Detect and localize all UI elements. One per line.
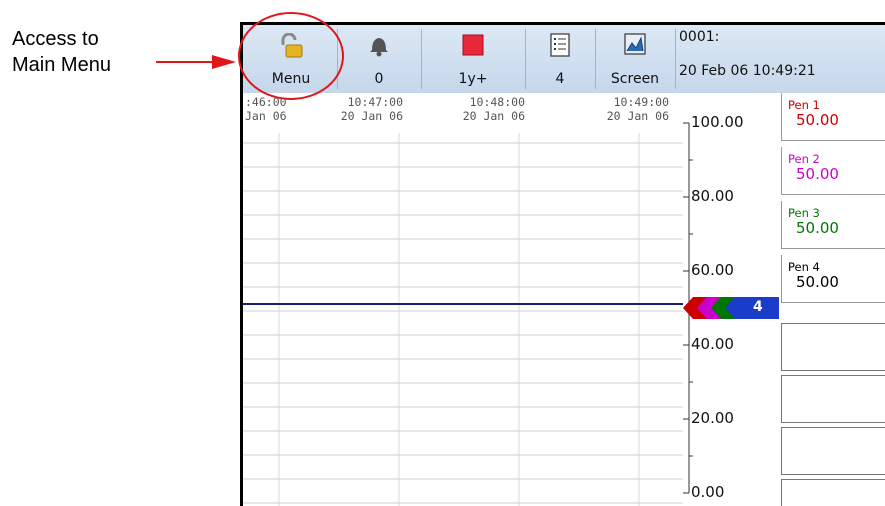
pen-value: 50.00	[796, 165, 839, 183]
menu-button[interactable]: Menu	[247, 27, 335, 89]
list-button[interactable]: 4	[527, 27, 593, 89]
right-arrow-icon	[212, 55, 236, 69]
scale-label: 80.00	[691, 187, 734, 205]
pen-value: 50.00	[796, 273, 839, 291]
pen-markers	[683, 297, 779, 319]
callout-line-1: Access to	[12, 28, 99, 50]
callout-line-2: Main Menu	[12, 54, 111, 76]
device-id: 0001:	[679, 29, 720, 45]
time-label: 10:49:00 20 Jan 06	[606, 95, 669, 123]
screen-button-label: Screen	[610, 71, 660, 87]
red-square-icon	[461, 33, 485, 61]
callout-text: Access to Main Menu	[12, 26, 152, 78]
scale-label: 20.00	[691, 409, 734, 427]
alarm-button[interactable]: 0	[339, 27, 419, 89]
pen-name: Pen 2	[788, 152, 820, 166]
scale-label: 0.00	[691, 483, 725, 501]
date-time: 20 Feb 06 10:49:21	[679, 63, 816, 79]
group-label: 1y+	[458, 71, 488, 87]
empty-pen-slot	[781, 375, 885, 423]
pen-panel: Pen 1 50.00 Pen 2 50.00 Pen 3 50.00 Pen …	[781, 93, 885, 506]
pen-value: 50.00	[796, 111, 839, 129]
time-label: :46:00 Jan 06	[245, 95, 287, 123]
pen-value: 50.00	[796, 219, 839, 237]
screen-icon	[624, 33, 646, 61]
scale-label: 60.00	[691, 261, 734, 279]
recorder-screen: Menu 0 1y+ 4 Screen 0001: 20 Feb 06 10:4…	[240, 22, 885, 506]
group-button[interactable]: 1y+	[423, 27, 523, 89]
toolbar: Menu 0 1y+ 4 Screen 0001: 20 Feb 06 10:4…	[243, 25, 885, 93]
scale-label: 40.00	[691, 335, 734, 353]
value-scale: 100.00 80.00 60.00 40.00 20.00 0.00 4	[683, 93, 783, 506]
empty-pen-slot	[781, 427, 885, 475]
alarm-count: 0	[374, 71, 384, 87]
screen-button[interactable]: Screen	[597, 27, 673, 89]
pen-name: Pen 4	[788, 260, 820, 274]
pen-box-3[interactable]: Pen 3 50.00	[781, 201, 885, 249]
list-count: 4	[555, 71, 565, 87]
pen-name: Pen 3	[788, 206, 820, 220]
empty-pen-slot	[781, 479, 885, 506]
pen-marker-label: 4	[753, 299, 763, 315]
time-label: 10:47:00 20 Jan 06	[340, 95, 403, 123]
scale-label: 100.00	[691, 113, 744, 131]
time-axis: :46:00 Jan 06 10:47:00 20 Jan 06 10:48:00 2…	[243, 93, 683, 133]
trend-chart	[243, 133, 683, 506]
menu-button-label: Menu	[271, 71, 311, 87]
pen-name: Pen 1	[788, 98, 820, 112]
list-icon	[550, 33, 570, 61]
scale-axis	[683, 122, 779, 494]
empty-pen-slot	[781, 323, 885, 371]
pen-box-1[interactable]: Pen 1 50.00	[781, 93, 885, 141]
padlock-icon	[277, 32, 305, 63]
time-label: 10:48:00 20 Jan 06	[462, 95, 525, 123]
pen-box-2[interactable]: Pen 2 50.00	[781, 147, 885, 195]
bell-icon	[366, 33, 392, 63]
pen-box-4[interactable]: Pen 4 50.00	[781, 255, 885, 303]
